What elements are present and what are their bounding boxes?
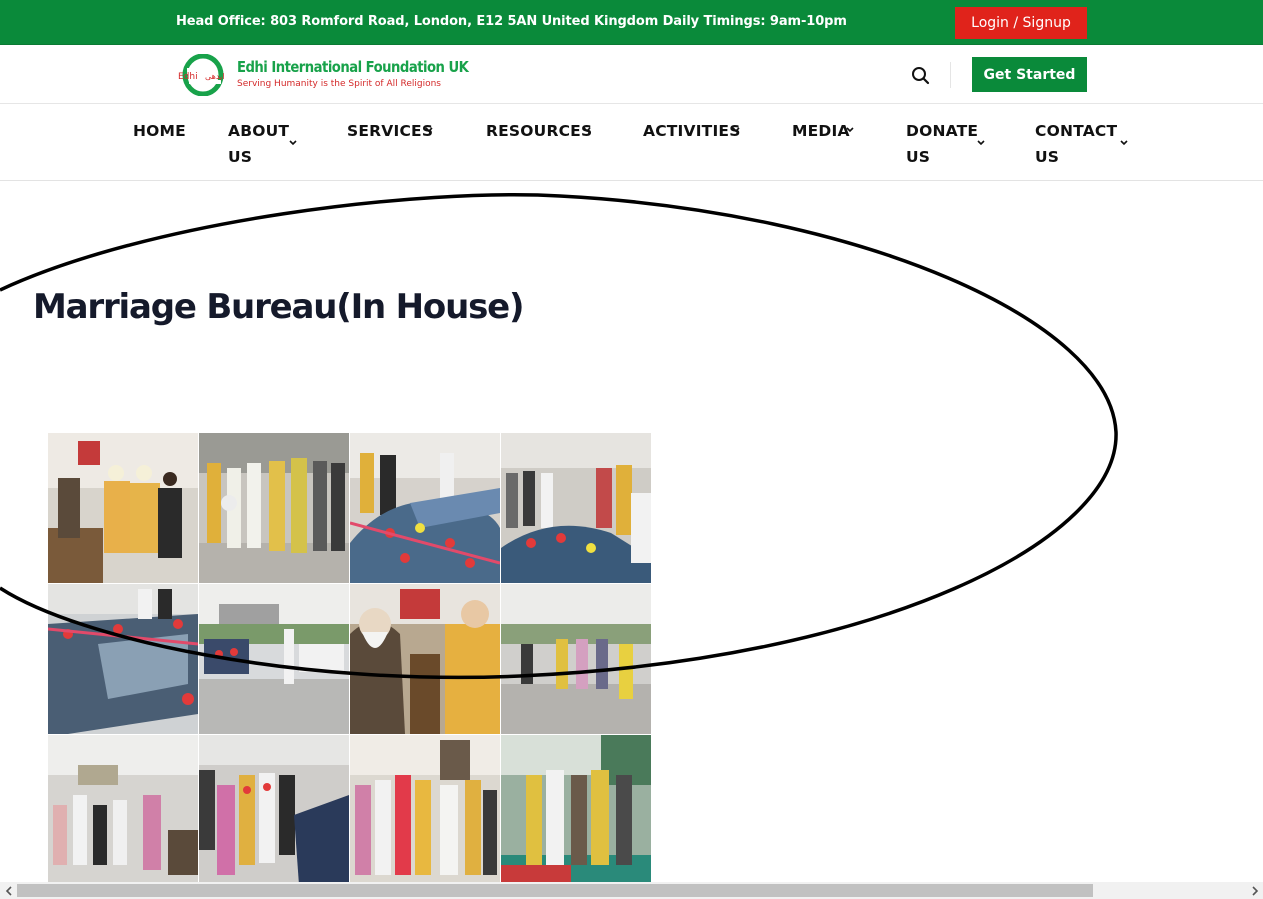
header-divider: [950, 62, 951, 88]
chevron-down-icon: [289, 140, 297, 146]
nav-item-label-line2: US: [228, 148, 253, 166]
horizontal-scrollbar[interactable]: [0, 882, 1263, 899]
site-header: Edhi ایدھی Edhi International Foundation…: [0, 45, 1263, 104]
page-title: Marriage Bureau(In House): [33, 287, 525, 327]
get-started-button[interactable]: Get Started: [972, 57, 1087, 92]
chevron-down-icon: [425, 127, 433, 133]
nav-item-donate-us[interactable]: DONATE US: [906, 118, 985, 170]
nav-item-resources[interactable]: RESOURCES: [486, 118, 592, 144]
nav-item-media[interactable]: MEDIA: [792, 118, 854, 144]
gallery-photo[interactable]: [199, 735, 349, 885]
nav-item-about-us[interactable]: ABOUT US: [228, 118, 297, 170]
login-signup-button[interactable]: Login / Signup: [955, 7, 1087, 39]
logo-mark-icon: Edhi ایدھی: [178, 54, 225, 96]
site-logo[interactable]: Edhi ایدھی Edhi International Foundation…: [177, 54, 469, 96]
nav-item-services[interactable]: SERVICES: [347, 118, 433, 144]
gallery-photo[interactable]: [48, 433, 198, 583]
gallery-photo[interactable]: [501, 735, 651, 885]
page: Head Office: 803 Romford Road, London, E…: [0, 0, 1263, 899]
logo-tagline: Serving Humanity is the Spirit of All Re…: [237, 79, 441, 89]
nav-item-label: MEDIA: [792, 122, 850, 140]
search-icon[interactable]: [910, 65, 932, 87]
nav-item-label: ABOUT: [228, 122, 290, 140]
gallery-photo[interactable]: [199, 433, 349, 583]
chevron-down-icon: [583, 127, 591, 133]
chevron-down-icon: [1120, 140, 1128, 146]
gallery-photo[interactable]: [501, 584, 651, 734]
gallery-photo[interactable]: [350, 433, 500, 583]
nav-item-label: RESOURCES: [486, 122, 593, 140]
gallery-photo[interactable]: [350, 584, 500, 734]
nav-item-label-line2: US: [906, 148, 931, 166]
gallery-photo[interactable]: [350, 735, 500, 885]
gallery-photo[interactable]: [48, 735, 198, 885]
nav-item-label-line2: US: [1035, 148, 1060, 166]
chevron-down-icon: [732, 127, 740, 133]
nav-item-label: HOME: [133, 122, 186, 140]
top-bar: Head Office: 803 Romford Road, London, E…: [0, 0, 1263, 45]
chevron-down-icon: [846, 127, 854, 133]
logo-mark-text: Edhi: [178, 72, 198, 82]
nav-item-home[interactable]: HOME: [133, 118, 186, 144]
nav-item-label: DONATE: [906, 122, 979, 140]
logo-title: Edhi International Foundation UK: [237, 58, 469, 76]
chevron-down-icon: [977, 140, 985, 146]
gallery-photo[interactable]: [48, 584, 198, 734]
nav-item-activities[interactable]: ACTIVITIES: [643, 118, 741, 144]
svg-text:ایدھی: ایدھی: [205, 72, 225, 81]
main-navigation: HOME ABOUT US SERVICES RESOURCES ACTIVIT…: [0, 104, 1263, 181]
nav-item-contact-us[interactable]: CONTACT US: [1035, 118, 1128, 170]
scroll-left-arrow-icon[interactable]: [0, 882, 17, 899]
gallery-photo[interactable]: [199, 584, 349, 734]
photo-gallery: [48, 433, 651, 885]
nav-item-label: CONTACT: [1035, 122, 1118, 140]
scroll-right-arrow-icon[interactable]: [1246, 882, 1263, 899]
scrollbar-thumb[interactable]: [17, 884, 1093, 897]
gallery-photo[interactable]: [501, 433, 651, 583]
nav-item-label: SERVICES: [347, 122, 434, 140]
nav-item-label: ACTIVITIES: [643, 122, 741, 140]
head-office-info: Head Office: 803 Romford Road, London, E…: [176, 14, 847, 29]
